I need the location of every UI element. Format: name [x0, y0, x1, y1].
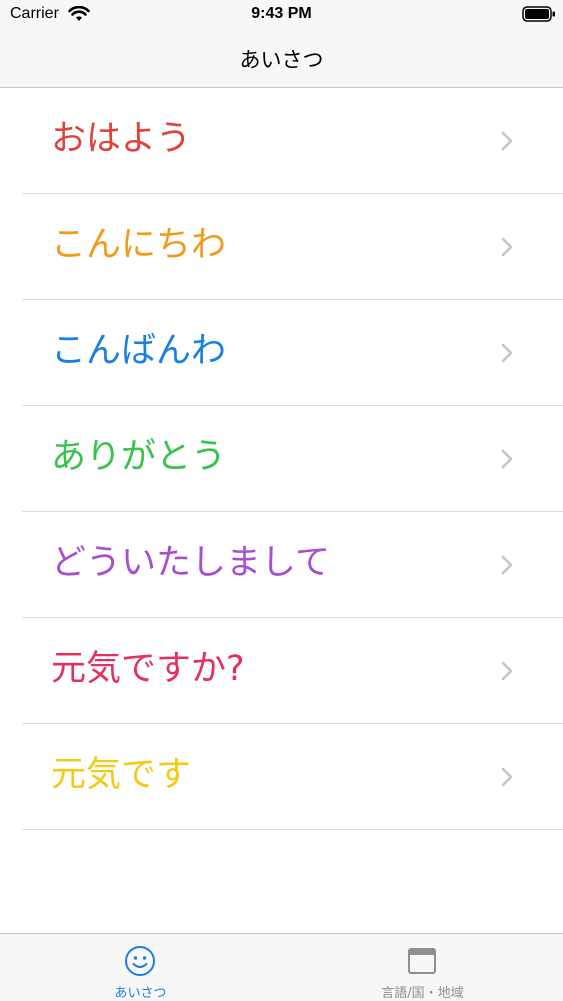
- tab-greetings[interactable]: あいさつ: [0, 934, 281, 1001]
- list-item[interactable]: ありがとう: [22, 406, 563, 512]
- navigation-bar: あいさつ: [0, 30, 563, 88]
- list-item-label: 元気です: [51, 755, 192, 795]
- list-item-label: ありがとう: [51, 437, 227, 477]
- greeting-list: おはよう こんにちわ こんばんわ ありがとう どういたしまして 元気ですか? 元…: [0, 88, 563, 830]
- list-item[interactable]: 元気ですか?: [22, 618, 563, 724]
- list-item[interactable]: おはよう: [22, 88, 563, 194]
- status-time: 9:43 PM: [251, 5, 312, 22]
- list-item-label: どういたしまして: [51, 543, 330, 583]
- list-item[interactable]: 元気です: [22, 724, 563, 830]
- list-item[interactable]: こんばんわ: [22, 300, 563, 406]
- page-title: あいさつ: [239, 48, 324, 72]
- tab-label: 言語/国・地域: [381, 986, 464, 1001]
- chevron-right-icon: [501, 661, 513, 685]
- list-item-label: 元気ですか?: [51, 649, 245, 689]
- list-item-label: こんにちわ: [51, 225, 227, 265]
- list-item[interactable]: こんにちわ: [22, 194, 563, 300]
- list-item[interactable]: どういたしまして: [22, 512, 563, 618]
- tab-language-region[interactable]: 言語/国・地域: [282, 934, 563, 1001]
- window-icon: [406, 945, 438, 981]
- tab-label: あいさつ: [114, 986, 167, 1001]
- chevron-right-icon: [501, 131, 513, 155]
- battery-icon: [522, 6, 556, 26]
- list-item-label: こんばんわ: [51, 331, 227, 371]
- smiley-icon: [124, 945, 156, 981]
- tab-bar: あいさつ 言語/国・地域: [0, 933, 563, 1001]
- status-bar: Carrier 9:43 PM: [0, 0, 563, 30]
- list-item-label: おはよう: [51, 119, 192, 159]
- chevron-right-icon: [501, 555, 513, 579]
- chevron-right-icon: [501, 767, 513, 791]
- chevron-right-icon: [501, 237, 513, 261]
- chevron-right-icon: [501, 343, 513, 367]
- chevron-right-icon: [501, 449, 513, 473]
